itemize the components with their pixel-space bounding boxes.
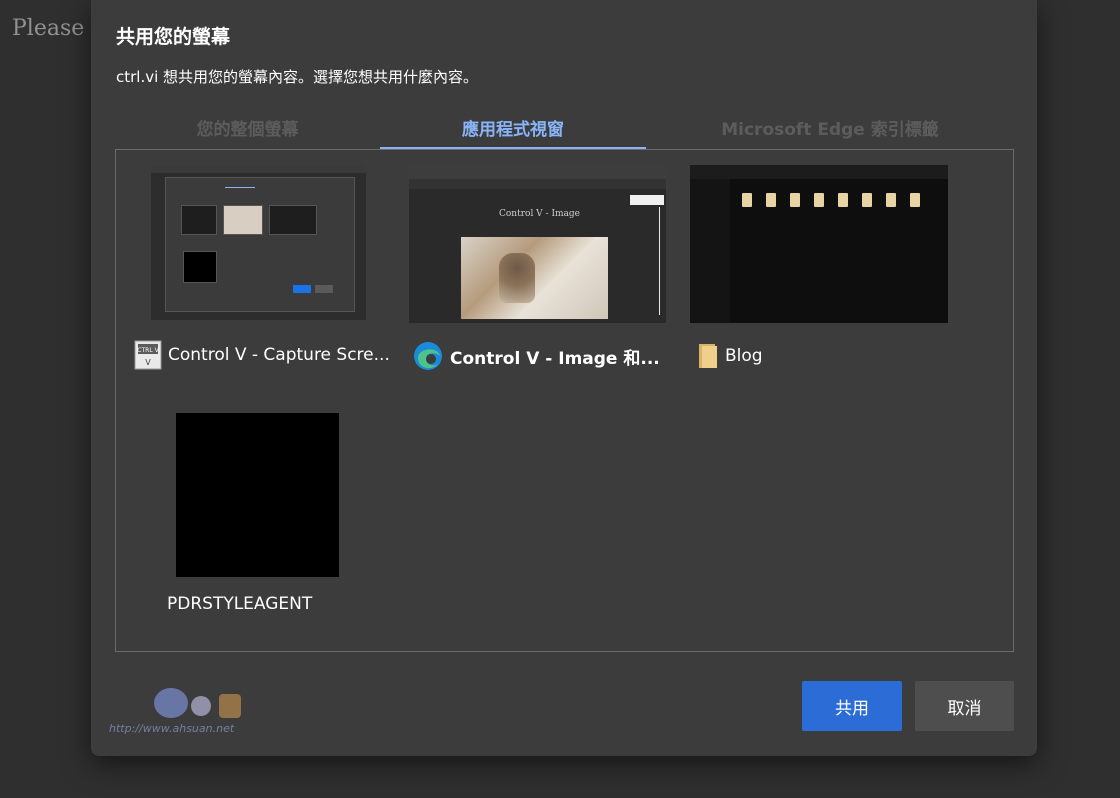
- dialog-title: 共用您的螢幕: [116, 26, 231, 48]
- tab-edge-tabs[interactable]: Microsoft Edge 索引標籤: [646, 104, 1014, 150]
- window-item-control-v-image[interactable]: Control V - Image Control V - Image 和...: [396, 150, 681, 380]
- window-list-panel: CTRL V V Control V - Capture Scre... Con…: [115, 149, 1014, 652]
- thumbnail-box: [181, 205, 217, 235]
- window-item-blog-folder[interactable]: Blog: [681, 150, 981, 380]
- tab-application-window[interactable]: 應用程式視窗: [380, 104, 646, 150]
- cancel-button[interactable]: 取消: [915, 681, 1014, 731]
- thumbnail-edge-line: [659, 207, 660, 315]
- share-screen-dialog: 共用您的螢幕 ctrl.vi 想共用您的螢幕內容。選擇您想共用什麼內容。 您的整…: [91, 0, 1037, 756]
- thumbnail-titlebar: [151, 165, 366, 173]
- window-item-label: PDRSTYLEAGENT: [167, 594, 313, 614]
- window-item-pdrstyleagent[interactable]: PDRSTYLEAGENT: [116, 400, 396, 630]
- window-item-label: Control V - Image 和...: [450, 348, 660, 369]
- tab-entire-screen[interactable]: 您的整個螢幕: [115, 104, 380, 150]
- thumbnail-dog-image: [499, 253, 535, 303]
- watermark-mascot: [219, 694, 241, 718]
- watermark-mascot: [191, 696, 211, 716]
- window-item-label: Control V - Capture Scre...: [168, 345, 390, 365]
- thumbnail-file-icon: [790, 193, 800, 207]
- thumbnail-file-icon: [862, 193, 872, 207]
- window-item-control-v-capture[interactable]: CTRL V V Control V - Capture Scre...: [116, 150, 396, 380]
- window-thumbnail: Control V - Image: [409, 165, 666, 323]
- thumbnail-file-icon: [766, 193, 776, 207]
- thumbnail-gray-button: [315, 285, 333, 293]
- window-thumbnail: [151, 165, 366, 320]
- thumbnail-box: [223, 205, 263, 235]
- dialog-subtitle: ctrl.vi 想共用您的螢幕內容。選擇您想共用什麼內容。: [116, 68, 479, 86]
- thumbnail-tab-underline: [225, 187, 255, 188]
- window-thumbnail: [690, 165, 948, 323]
- thumbnail-explorer-nav: [690, 179, 730, 323]
- thumbnail-blue-button: [293, 285, 311, 293]
- thumbnail-file-icon: [742, 193, 752, 207]
- thumbnail-explorer-toolbar: [690, 165, 948, 179]
- thumbnail-side-panel: [630, 195, 664, 205]
- watermark-url: http://www.ahsuan.net: [109, 722, 235, 735]
- svg-text:CTRL V: CTRL V: [137, 347, 159, 354]
- thumbnail-file-icon: [814, 193, 824, 207]
- window-item-label: Blog: [725, 346, 763, 366]
- thumbnail-page-title: Control V - Image: [499, 209, 580, 219]
- source-tabs: 您的整個螢幕 應用程式視窗 Microsoft Edge 索引標籤: [115, 104, 1014, 150]
- watermark-mascot: [154, 688, 188, 718]
- thumbnail-box: [269, 205, 317, 235]
- thumbnail-browser-tabs: [409, 165, 666, 179]
- control-v-app-icon: CTRL V V: [134, 340, 162, 370]
- thumbnail-file-icon: [886, 193, 896, 207]
- edge-browser-icon: [414, 342, 442, 370]
- svg-text:V: V: [145, 358, 151, 367]
- thumbnail-box: [183, 251, 217, 283]
- thumbnail-address-bar: [409, 179, 666, 189]
- folder-icon: [699, 344, 717, 368]
- thumbnail-file-icon: [910, 193, 920, 207]
- share-button[interactable]: 共用: [802, 681, 902, 731]
- site-watermark: http://www.ahsuan.net: [109, 688, 299, 738]
- thumbnail-file-icon: [838, 193, 848, 207]
- window-thumbnail: [176, 413, 339, 577]
